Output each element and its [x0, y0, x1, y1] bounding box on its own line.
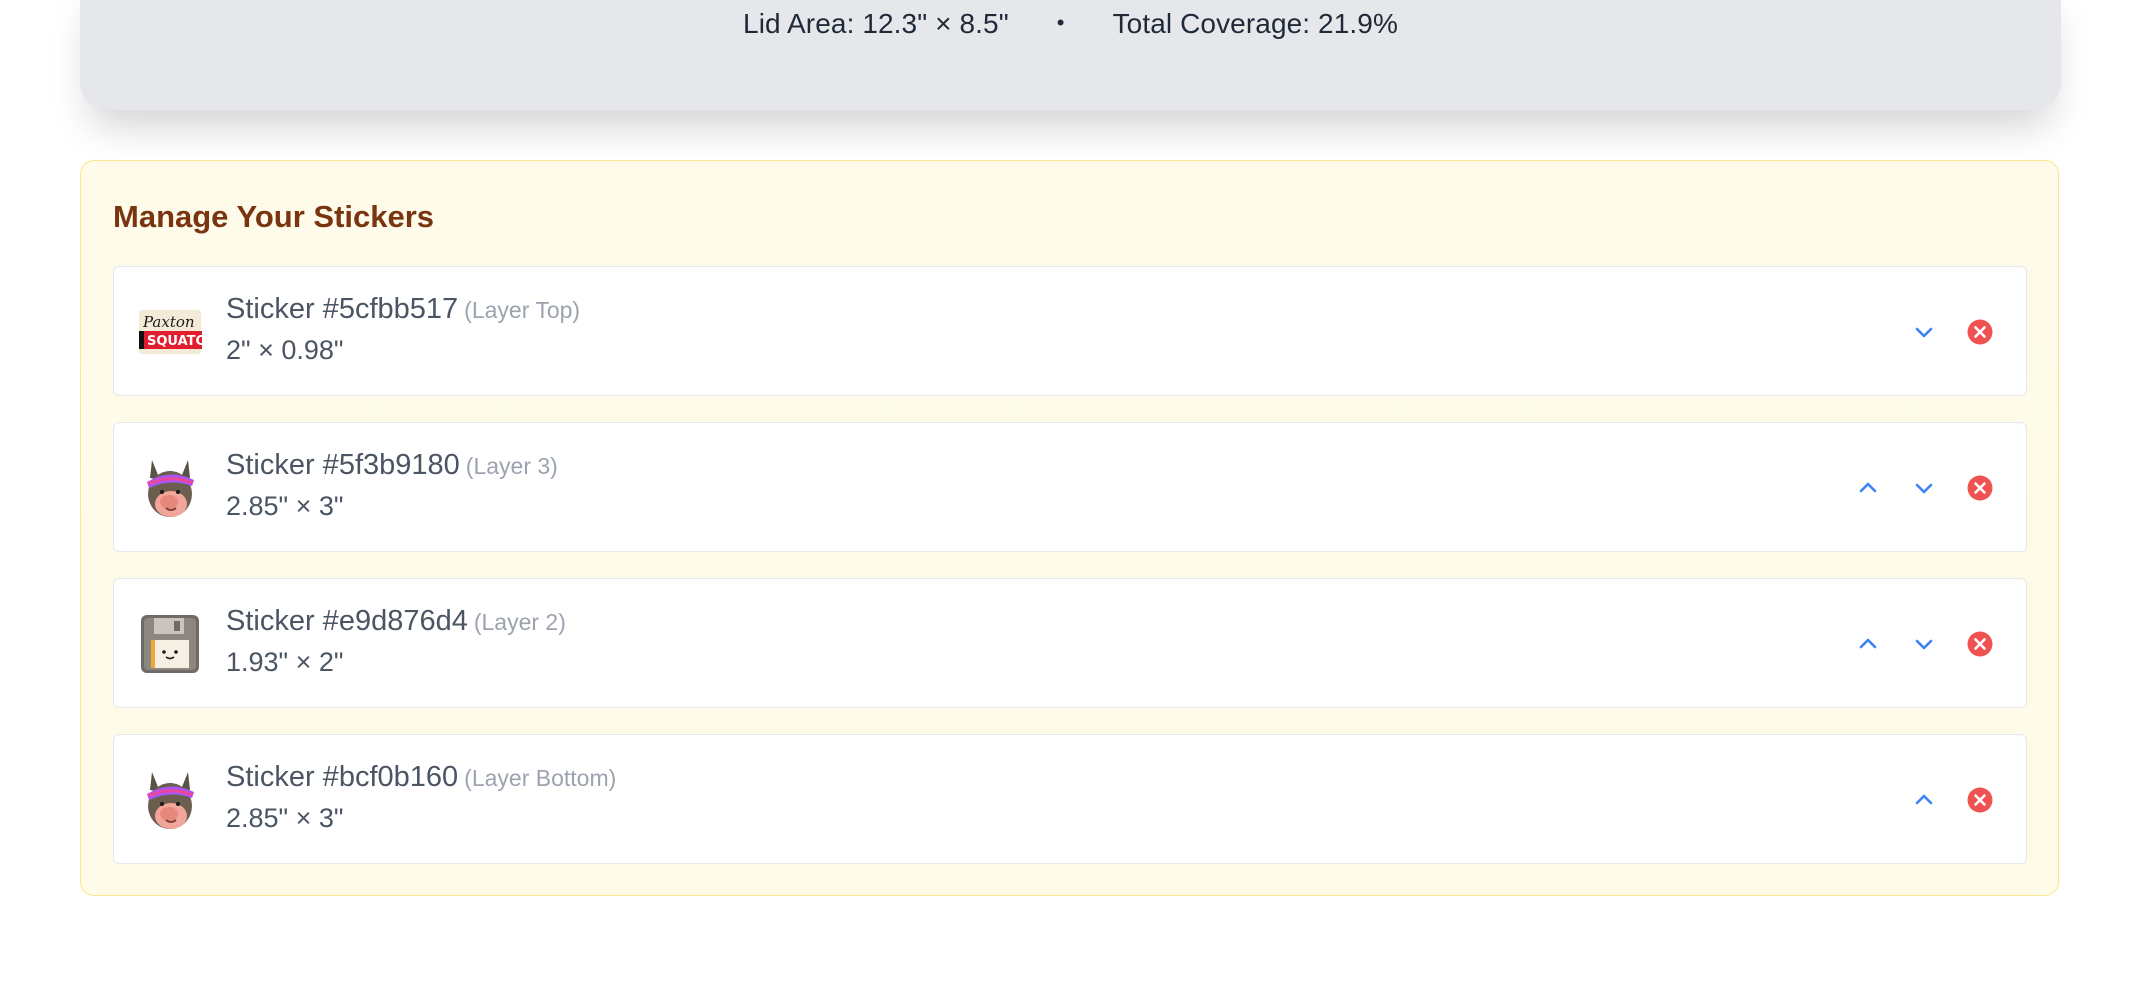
close-circle-icon: [1967, 787, 1993, 813]
remove-sticker-button[interactable]: [1962, 626, 1998, 662]
sticker-title: Sticker #5f3b9180 (Layer 3): [226, 449, 558, 482]
manage-stickers-title: Manage Your Stickers: [113, 199, 435, 234]
manage-stickers-panel: Manage Your Stickers Paxton SQUATC Stick…: [80, 160, 2059, 896]
close-circle-icon: [1967, 631, 1993, 657]
sticker-dimensions: 2.85" × 3": [226, 491, 344, 521]
sticker-name: Sticker #5f3b9180: [226, 449, 460, 481]
remove-sticker-button[interactable]: [1962, 470, 1998, 506]
sticker-title: Sticker #5cfbb517 (Layer Top): [226, 293, 580, 326]
close-circle-icon: [1967, 475, 1993, 501]
donkey-visor-face-icon: [138, 768, 202, 832]
page: Lid Area: 12.3" × 8.5" • Total Coverage: 2…: [0, 0, 2135, 1002]
close-circle-icon: [1967, 319, 1993, 345]
chevron-up-icon: [1859, 638, 1877, 649]
floppy-disk-face-icon: [138, 612, 202, 676]
move-down-button[interactable]: [1906, 626, 1942, 662]
sticker-row[interactable]: Sticker #5f3b9180 (Layer 3) 2.85" × 3": [113, 422, 2027, 552]
move-up-button[interactable]: [1850, 626, 1886, 662]
chevron-up-icon: [1915, 794, 1933, 805]
move-up-button[interactable]: [1850, 470, 1886, 506]
sticker-title: Sticker #e9d876d4 (Layer 2): [226, 605, 566, 638]
sticker-title: Sticker #bcf0b160 (Layer Bottom): [226, 761, 616, 794]
sticker-layer-label: (Layer 2): [473, 609, 566, 635]
chevron-down-icon: [1915, 639, 1933, 650]
separator-dot: •: [1056, 10, 1065, 35]
sticker-dimensions: 2.85" × 3": [226, 803, 344, 833]
chevron-up-icon: [1859, 482, 1877, 493]
move-up-button[interactable]: [1906, 782, 1942, 818]
move-down-button[interactable]: [1906, 314, 1942, 350]
remove-sticker-button[interactable]: [1962, 782, 1998, 818]
sticker-name: Sticker #e9d876d4: [226, 605, 468, 637]
total-coverage-text: Total Coverage: 21.9%: [1112, 8, 1398, 39]
lid-area-text: Lid Area: 12.3" × 8.5": [743, 8, 1009, 39]
stats-line: Lid Area: 12.3" × 8.5" • Total Coverage: 2…: [80, 8, 2061, 40]
sticker-layer-label: (Layer Bottom): [464, 765, 617, 791]
svg-text:SQUATC: SQUATC: [147, 334, 202, 349]
sticker-row[interactable]: Sticker #bcf0b160 (Layer Bottom) 2.85" × …: [113, 734, 2027, 864]
remove-sticker-button[interactable]: [1962, 314, 1998, 350]
sticker-layer-label: (Layer 3): [465, 453, 558, 479]
paxton-squatch-logo-icon: Paxton SQUATC: [138, 300, 205, 364]
stats-panel: Lid Area: 12.3" × 8.5" • Total Coverage: 2…: [80, 0, 2061, 110]
sticker-row[interactable]: Sticker #e9d876d4 (Layer 2) 1.93" × 2": [113, 578, 2027, 708]
donkey-visor-face-icon: [138, 456, 202, 520]
sticker-layer-label: (Layer Top): [464, 297, 581, 323]
sticker-name: Sticker #5cfbb517: [226, 293, 459, 325]
sticker-name: Sticker #bcf0b160: [226, 761, 459, 793]
chevron-down-icon: [1915, 483, 1933, 494]
chevron-down-icon: [1915, 327, 1933, 338]
sticker-dimensions: 2" × 0.98": [226, 335, 344, 365]
sticker-dimensions: 1.93" × 2": [226, 647, 344, 677]
svg-text:Paxton: Paxton: [142, 313, 195, 331]
move-down-button[interactable]: [1906, 470, 1942, 506]
sticker-row[interactable]: Paxton SQUATC Sticker #5cfbb517 (Layer To…: [113, 266, 2027, 396]
